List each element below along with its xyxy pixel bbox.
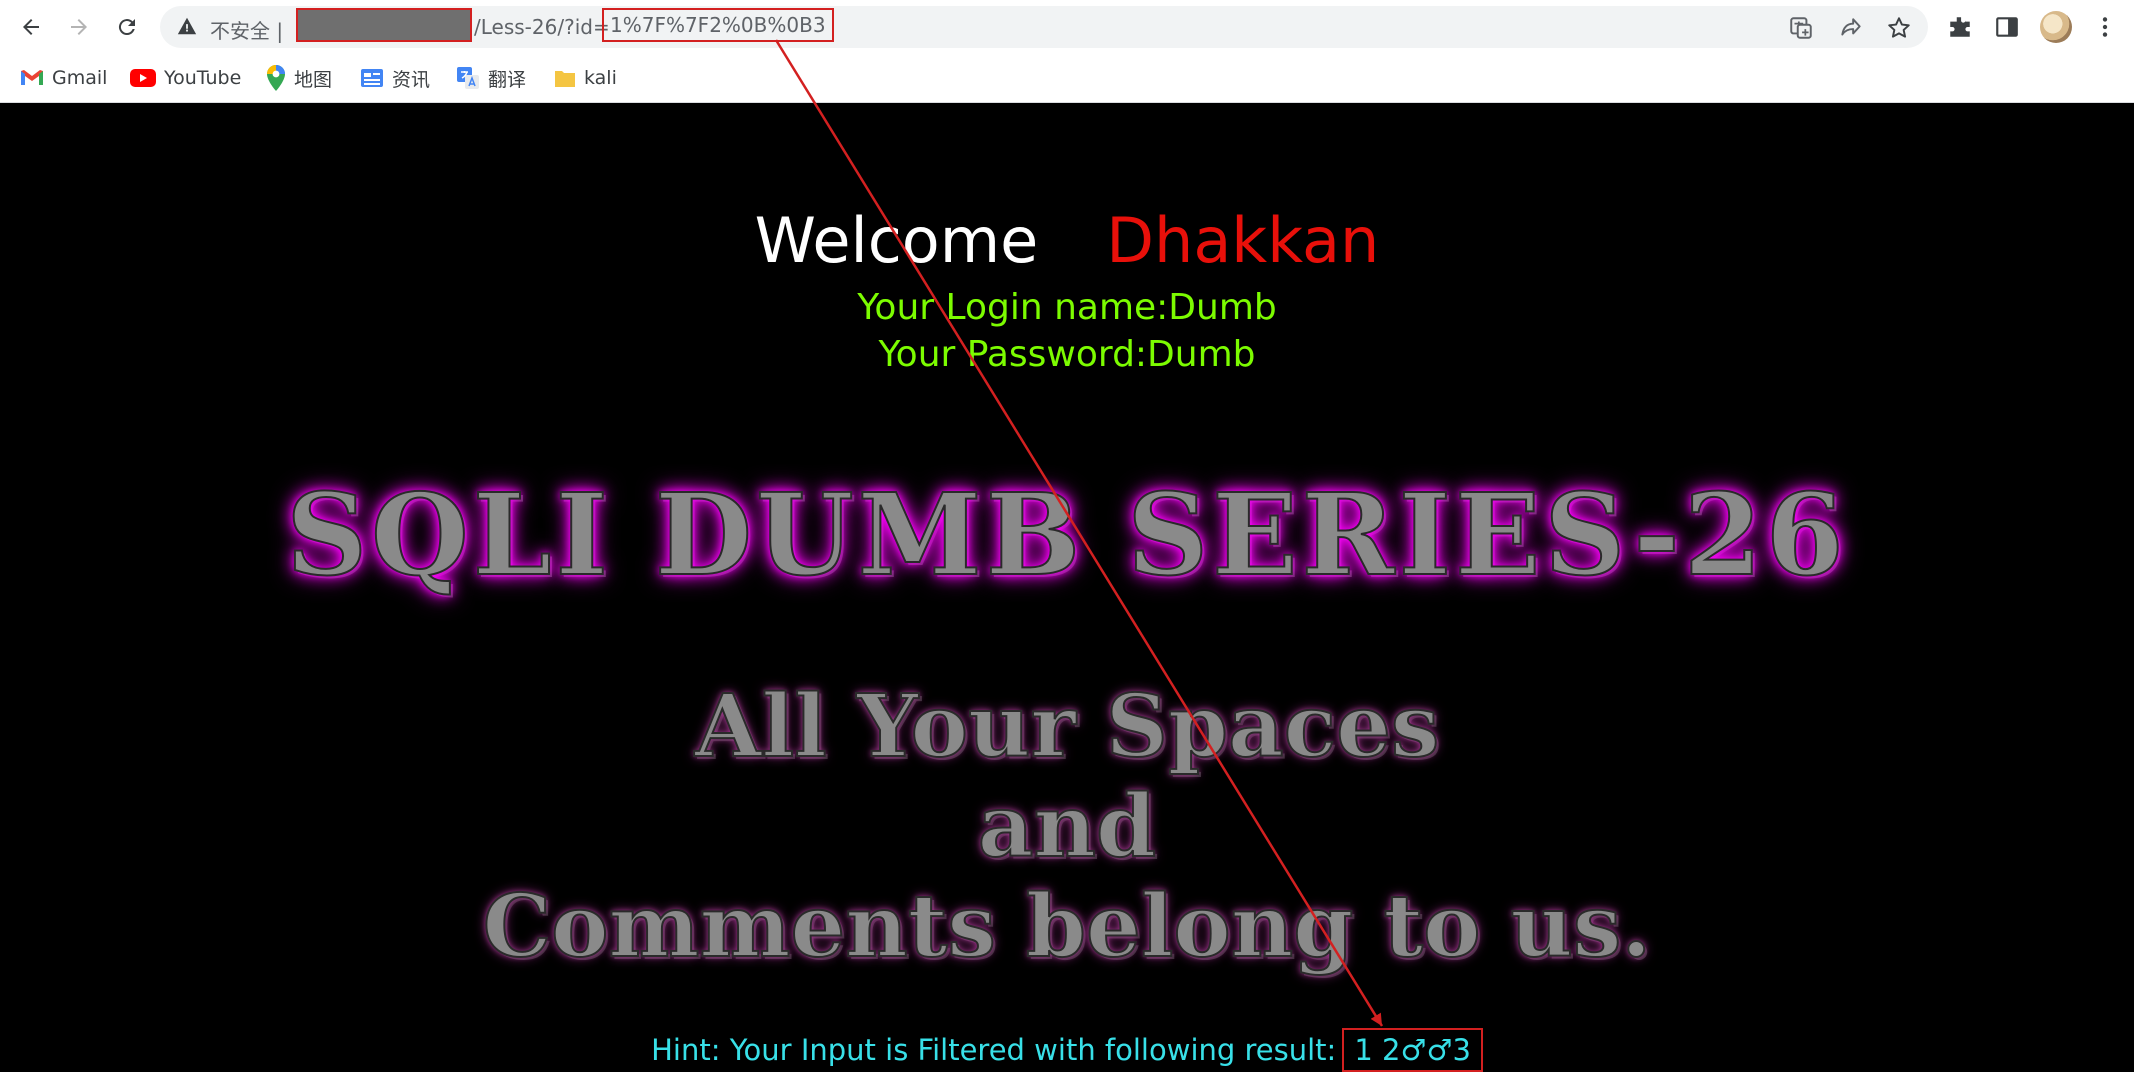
bookmark-youtube[interactable]: YouTube (130, 64, 241, 92)
bookmark-star-icon[interactable] (1886, 15, 1912, 41)
bookmark-label: 资讯 (392, 68, 431, 91)
password-text: Your Password:Dumb (878, 334, 1256, 375)
url-path: /Less-26/?id= (474, 15, 610, 39)
reload-icon (118, 19, 135, 36)
profile-avatar[interactable] (2040, 11, 2072, 43)
news-icon (361, 69, 383, 87)
subtitle-line-3: Comments belong to us. (482, 876, 1653, 978)
subtitle-line-2: and (977, 776, 1157, 878)
back-button[interactable] (14, 10, 48, 44)
page-content: Welcome Dhakkan Your Login name:Dumb Your… (0, 103, 2134, 1072)
translate-icon (457, 67, 479, 89)
side-panel-icon[interactable] (1994, 14, 2020, 40)
security-status-label: 不安全 | (210, 19, 284, 43)
bookmark-gmail[interactable]: Gmail (20, 64, 107, 92)
bookmark-maps[interactable]: 地图 (266, 64, 332, 92)
reload-button[interactable] (110, 10, 144, 44)
welcome-heading: Welcome Dhakkan (0, 205, 2134, 277)
bookmark-label: 翻译 (488, 68, 527, 91)
share-icon[interactable] (1838, 15, 1864, 41)
youtube-icon (130, 69, 156, 87)
forward-button[interactable] (62, 10, 96, 44)
folder-icon (555, 71, 575, 87)
more-menu-icon[interactable] (2092, 14, 2118, 40)
browser-toolbar: 不安全 | /Less-26/?id= 1%7F%7F2%0B%0B3 (0, 0, 2134, 54)
bookmark-label: Gmail (52, 67, 108, 89)
username-display: Dhakkan (1106, 204, 1380, 277)
bookmark-label: 地图 (294, 68, 333, 91)
url-query-highlight: 1%7F%7F2%0B%0B3 (602, 8, 834, 42)
subtitle-line-1: All Your Spaces (694, 676, 1441, 778)
maps-icon (267, 65, 285, 91)
series-title-banner: SQLI DUMB SERIES-26 (285, 470, 1848, 602)
address-bar[interactable]: 不安全 | /Less-26/?id= 1%7F%7F2%0B%0B3 (160, 6, 1928, 48)
filter-hint: Hint: Your Input is Filtered with follow… (0, 1028, 2134, 1072)
redacted-host (296, 8, 472, 42)
bookmark-label: kali (584, 67, 617, 89)
warning-icon (177, 17, 197, 35)
hint-prefix: Hint: Your Input is Filtered with follow… (651, 1033, 1337, 1067)
bookmark-label: YouTube (164, 67, 242, 89)
bookmark-kali[interactable]: kali (554, 64, 617, 92)
bookmarks-bar: Gmail YouTube 地图 资讯 翻译 kali (0, 54, 2134, 103)
filtered-result: 1 2♂♂3 (1342, 1028, 1483, 1072)
gmail-icon (21, 70, 43, 85)
extensions-icon[interactable] (1947, 14, 1973, 40)
forward-arrow-icon (71, 19, 87, 35)
welcome-text: Welcome (754, 204, 1039, 277)
bookmark-news[interactable]: 资讯 (360, 64, 430, 92)
back-arrow-icon (23, 19, 39, 35)
bookmark-translate[interactable]: 翻译 (456, 64, 526, 92)
translate-page-icon[interactable] (1788, 15, 1814, 41)
login-name-text: Your Login name:Dumb (857, 287, 1277, 328)
